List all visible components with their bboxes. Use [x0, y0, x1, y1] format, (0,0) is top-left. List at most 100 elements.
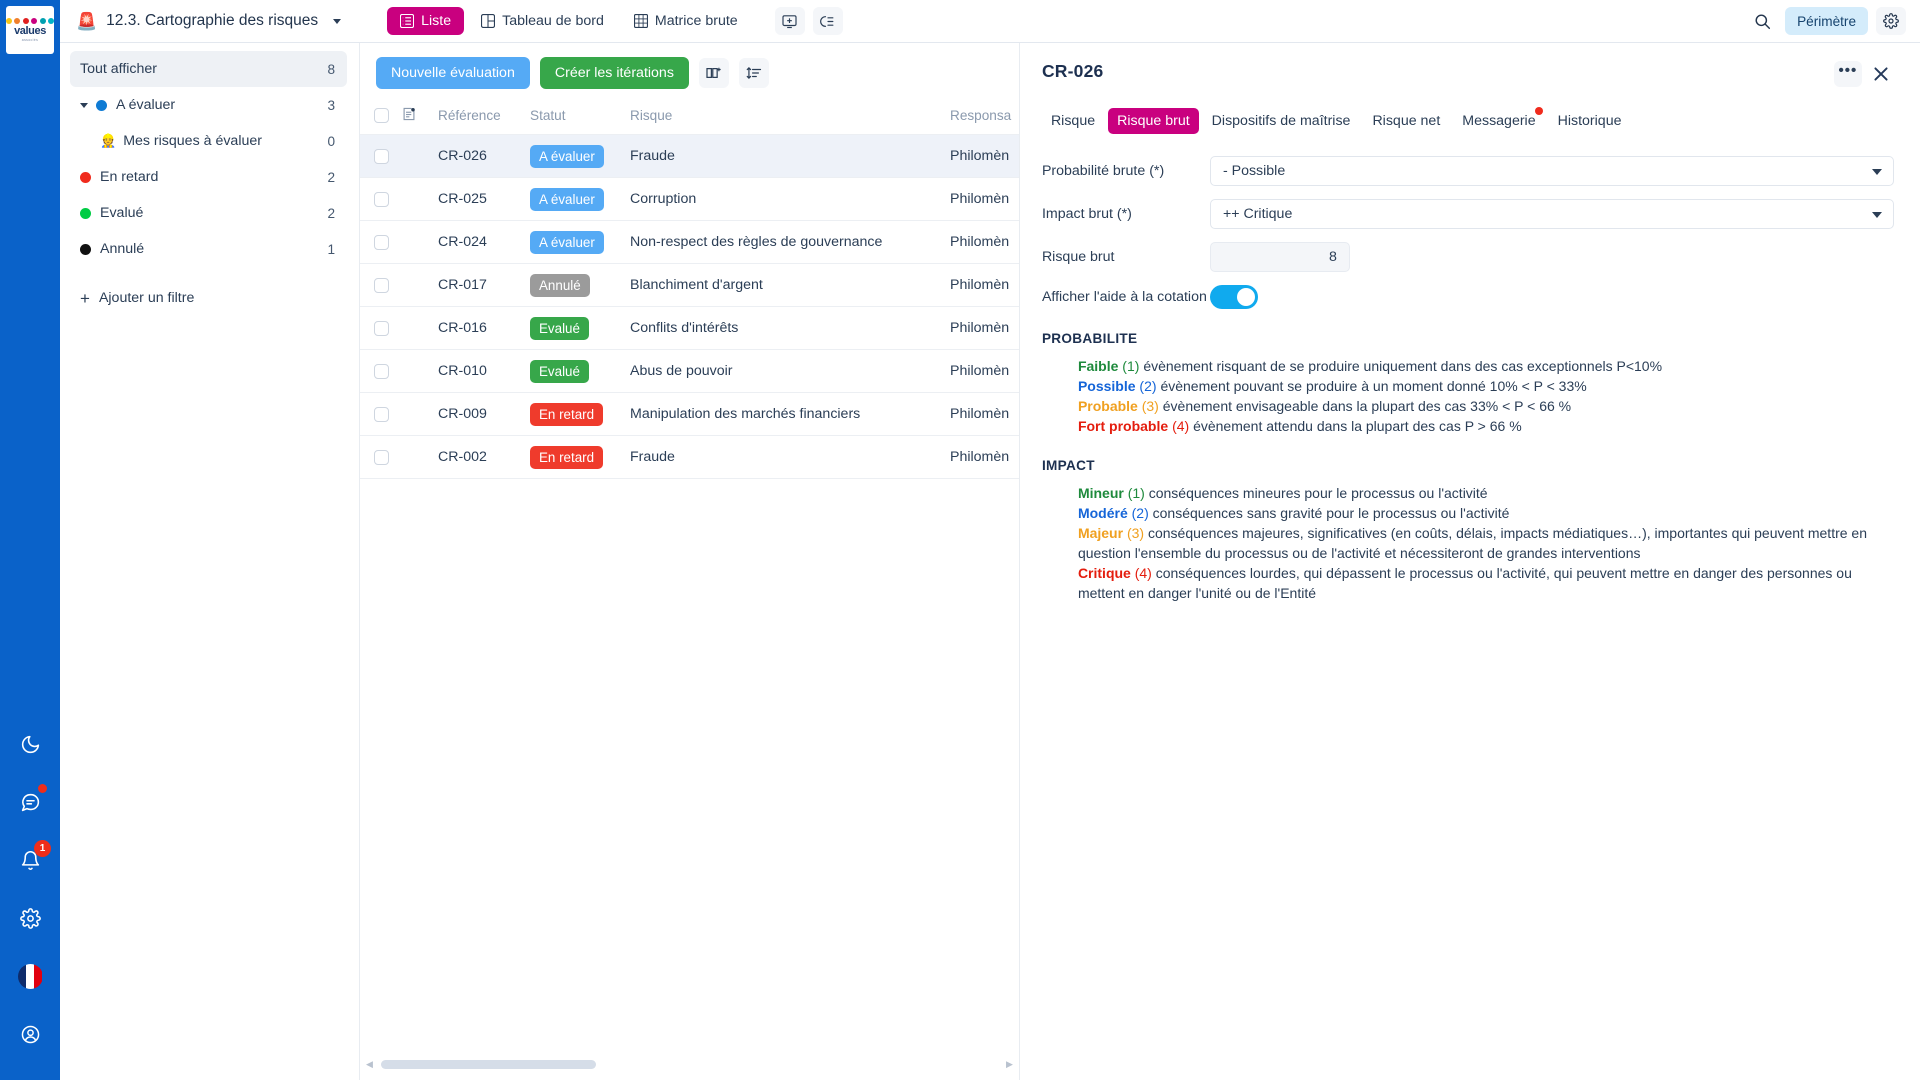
- filter-tout-afficher[interactable]: Tout afficher 8: [70, 51, 347, 87]
- chevron-down-icon[interactable]: [80, 102, 88, 108]
- more-options-icon[interactable]: •••: [1833, 61, 1862, 87]
- filter-mes-risques-a-evaluer[interactable]: 👷 Mes risques à évaluer 0: [70, 123, 347, 159]
- add-screen-icon[interactable]: [774, 7, 805, 35]
- impact-value: ++ Critique: [1222, 206, 1293, 222]
- row-checkbox[interactable]: [374, 277, 389, 293]
- help-text: évènement pouvant se produire à un momen…: [1160, 378, 1587, 394]
- column-header-responsable[interactable]: Responsa: [950, 99, 1019, 135]
- settings-icon[interactable]: [8, 896, 52, 940]
- row-responsable: Philomèn: [950, 134, 1019, 178]
- top-bar-right: Périmètre: [1747, 7, 1906, 35]
- messages-icon[interactable]: [8, 780, 52, 824]
- row-checkbox[interactable]: [374, 449, 389, 465]
- chevron-down-icon[interactable]: [1871, 168, 1882, 175]
- table-row[interactable]: CR-010 Evalué Abus de pouvoir Philomèn: [360, 349, 1019, 393]
- filter-annule[interactable]: Annulé 1: [70, 231, 347, 267]
- table-row[interactable]: CR-026 A évaluer Fraude Philomèn: [360, 134, 1019, 178]
- row-checkbox[interactable]: [374, 363, 389, 379]
- app-title-selector[interactable]: 🚨 12.3. Cartographie des risques: [76, 12, 342, 30]
- table-row[interactable]: CR-002 En retard Fraude Philomèn: [360, 435, 1019, 479]
- add-filter-button[interactable]: + Ajouter un filtre: [70, 281, 347, 315]
- table-row[interactable]: CR-009 En retard Manipulation des marché…: [360, 392, 1019, 436]
- help-number: (3): [1126, 525, 1145, 541]
- column-header-statut[interactable]: Statut: [530, 99, 630, 135]
- row-checkbox[interactable]: [374, 234, 389, 250]
- detail-tabs: Risque Risque brut Dispositifs de maîtri…: [1042, 107, 1894, 134]
- notifications-icon[interactable]: 1: [8, 838, 52, 882]
- tab-tableau-de-bord[interactable]: Tableau de bord: [468, 7, 617, 35]
- status-badge: Evalué: [530, 359, 589, 383]
- tab-messagerie[interactable]: Messagerie: [1453, 107, 1544, 134]
- close-icon[interactable]: [1868, 61, 1894, 87]
- tab-label: Messagerie: [1462, 113, 1536, 129]
- row-reference: CR-026: [438, 134, 530, 178]
- help-word: Fort probable: [1077, 418, 1169, 434]
- row-responsable: Philomèn: [950, 263, 1019, 307]
- filter-count: 2: [327, 205, 335, 221]
- row-checkbox-cell: [360, 392, 402, 436]
- table-row[interactable]: CR-017 Annulé Blanchiment d'argent Philo…: [360, 263, 1019, 307]
- row-status-cell: Evalué: [530, 306, 630, 350]
- table-row[interactable]: CR-025 A évaluer Corruption Philomèn: [360, 177, 1019, 221]
- column-header-reference[interactable]: Référence: [438, 99, 530, 135]
- column-header-risque[interactable]: Risque: [630, 99, 950, 135]
- note-column-header: [402, 99, 438, 135]
- tab-risque-net[interactable]: Risque net: [1363, 108, 1449, 134]
- french-flag: [17, 963, 43, 989]
- scrollbar-track[interactable]: [379, 1059, 1000, 1069]
- scroll-right-icon[interactable]: ▶: [1006, 1059, 1013, 1070]
- new-evaluation-button[interactable]: Nouvelle évaluation: [376, 57, 530, 89]
- filter-en-retard[interactable]: En retard 2: [70, 159, 347, 195]
- scroll-left-icon[interactable]: ◀: [366, 1059, 373, 1070]
- row-checkbox[interactable]: [374, 320, 389, 336]
- row-checkbox[interactable]: [374, 406, 389, 422]
- impact-select[interactable]: ++ Critique: [1209, 199, 1894, 229]
- scrollbar-thumb[interactable]: [380, 1059, 596, 1069]
- probabilite-select[interactable]: - Possible: [1209, 156, 1894, 186]
- search-icon[interactable]: [1747, 7, 1777, 35]
- table-body: CR-026 A évaluer Fraude Philomèn CR-025 …: [360, 134, 1019, 479]
- row-checkbox[interactable]: [374, 191, 389, 207]
- collapse-list-icon[interactable]: [812, 7, 843, 35]
- tab-liste[interactable]: Liste: [387, 7, 465, 35]
- row-checkbox-cell: [360, 349, 402, 393]
- status-badge: Evalué: [530, 316, 589, 340]
- aide-cotation-toggle[interactable]: [1209, 285, 1258, 309]
- row-risk: Manipulation des marchés financiers: [630, 392, 950, 436]
- tab-risque-brut[interactable]: Risque brut: [1108, 108, 1199, 134]
- tab-historique[interactable]: Historique: [1549, 108, 1631, 134]
- row-reference: CR-025: [438, 177, 530, 221]
- note-icon: [402, 107, 416, 124]
- chevron-down-icon[interactable]: [1871, 211, 1882, 218]
- filter-count: 3: [327, 97, 335, 113]
- row-risk: Non-respect des règles de gouvernance: [630, 220, 950, 264]
- select-all-checkbox[interactable]: [374, 108, 389, 123]
- filter-evalue[interactable]: Evalué 2: [70, 195, 347, 231]
- gear-icon[interactable]: [1876, 7, 1906, 35]
- row-reference: CR-009: [438, 392, 530, 436]
- status-dot: [80, 243, 91, 255]
- account-icon[interactable]: [8, 1012, 52, 1056]
- columns-add-icon[interactable]: [698, 58, 729, 88]
- tab-liste-label: Liste: [421, 13, 452, 29]
- help-text: évènement risquant de se produire unique…: [1143, 358, 1663, 374]
- row-responsable: Philomèn: [950, 220, 1019, 264]
- dark-mode-icon[interactable]: [8, 722, 52, 766]
- create-iterations-button[interactable]: Créer les itérations: [539, 57, 689, 89]
- tab-dispositifs-de-maitrise[interactable]: Dispositifs de maîtrise: [1203, 108, 1360, 134]
- horizontal-scrollbar[interactable]: ◀ ▶: [360, 1058, 1019, 1070]
- language-flag-icon[interactable]: [8, 954, 52, 998]
- probabilite-field: - Possible: [1209, 156, 1894, 186]
- filter-a-evaluer[interactable]: A évaluer 3: [70, 87, 347, 123]
- app-logo[interactable]: values associés: [5, 6, 55, 54]
- perimetre-button[interactable]: Périmètre: [1785, 7, 1868, 35]
- tab-matrice-brute[interactable]: Matrice brute: [621, 7, 751, 35]
- table-row[interactable]: CR-016 Evalué Conflits d'intérêts Philom…: [360, 306, 1019, 350]
- table-row[interactable]: CR-024 A évaluer Non-respect des règles …: [360, 220, 1019, 264]
- tab-risque[interactable]: Risque: [1042, 108, 1104, 134]
- form-row-probabilite: Probabilité brute (*) - Possible: [1042, 156, 1894, 186]
- filter-label: Tout afficher: [80, 61, 158, 77]
- row-checkbox[interactable]: [374, 148, 389, 164]
- chevron-down-icon[interactable]: [333, 18, 342, 24]
- sort-icon[interactable]: [738, 58, 769, 88]
